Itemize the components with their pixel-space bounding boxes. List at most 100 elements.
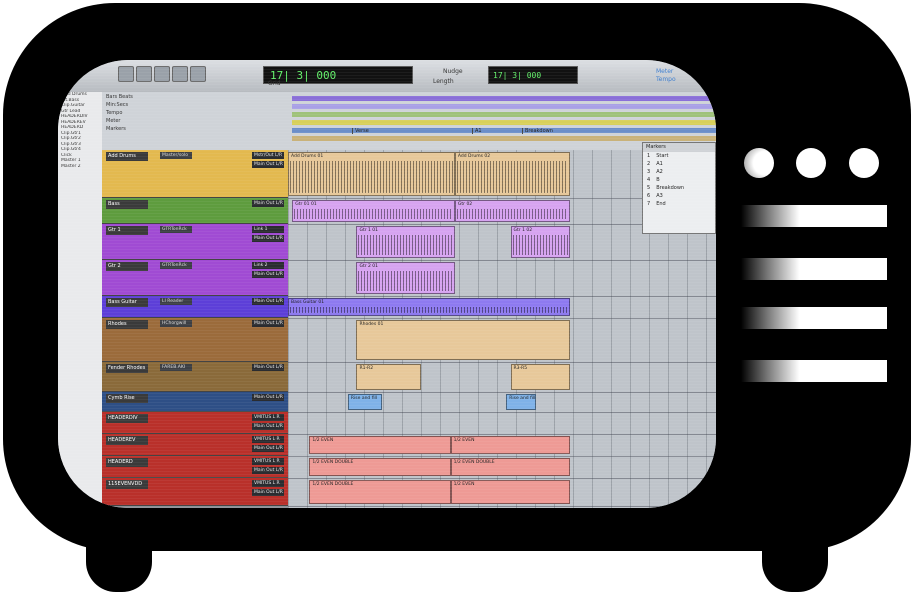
track-lane[interactable] [288,260,716,297]
output-selector[interactable]: Main Out L/R [252,467,284,474]
track-name[interactable]: HEADERD [106,458,148,467]
key-ruler[interactable] [292,136,716,141]
output-selector[interactable]: Main Out L/R [252,394,284,401]
insert-slot[interactable]: FAREB.AKI [160,364,192,371]
track-name[interactable]: Bass Guitar [106,298,148,307]
track-name[interactable]: Add Drums [106,152,148,161]
track-name[interactable]: Cymb Rise [106,394,148,403]
zoom-tool-icon[interactable] [118,66,134,82]
selector-tool-icon[interactable] [154,66,170,82]
track-strip[interactable]: Bass Main Out L/R [102,198,288,224]
tempo-ruler[interactable] [292,112,716,117]
output-selector[interactable]: VMITUS L R [252,480,284,487]
track-name[interactable]: Bass [106,200,148,209]
audio-clip[interactable]: 1/2 EVEN [309,436,451,454]
output-selector[interactable]: Main Out L/R [252,200,284,207]
output-selector[interactable]: Main Out L/R [252,235,284,242]
output-selector[interactable]: Mstr/Out L/R [252,152,284,159]
track-name[interactable]: HEADERDIV [106,414,148,423]
dial-icon [744,148,774,178]
audio-clip[interactable]: Rise and fill [506,394,537,410]
track-name[interactable]: HEADEREV [106,436,148,445]
marker-row[interactable]: 1 Start [643,152,715,160]
time-ruler[interactable] [292,104,716,109]
grabber-tool-icon[interactable] [172,66,188,82]
nudge-label: Nudge [443,68,463,75]
output-selector[interactable]: Main Out L/R [252,423,284,430]
track-lane[interactable] [288,412,716,435]
track-lane[interactable] [288,362,716,393]
marker-row[interactable]: 6 A3 [643,192,715,200]
output-selector[interactable]: VMITUS L R [252,414,284,421]
output-selector[interactable]: Main Out L/R [252,298,284,305]
trim-tool-icon[interactable] [136,66,152,82]
audio-clip[interactable]: Gtr 01 01 [292,200,455,222]
marker-row[interactable]: 7 End [643,200,715,208]
insert-slot[interactable]: LI Reader [160,298,192,305]
audio-clip[interactable]: Gtr 1 01 [356,226,455,258]
output-selector[interactable]: VMITUS L R [252,458,284,465]
audio-clip[interactable]: Gtr 2 01 [356,262,455,294]
track-name[interactable]: Fender Rhodes [106,364,148,373]
clips-list-item[interactable]: Master 2 [58,164,102,170]
output-selector[interactable]: Link 1 [252,226,284,233]
audio-clip[interactable]: 1/2 EVEN DOUBLE [309,458,451,476]
ruler-marker[interactable]: Breakdown [522,128,553,134]
audio-clip[interactable]: Bass Guitar 01 [288,298,571,316]
audio-clip[interactable]: R1-R2 [356,364,421,390]
output-selector[interactable]: Main Out L/R [252,320,284,327]
insert-slot[interactable]: Master/solo [160,152,192,159]
audio-clip[interactable]: 1/2 EVEN [450,436,571,454]
track-strip[interactable]: Gtr 1 GTRTonRck Link 1 Main Out L/R [102,224,288,260]
track-strip[interactable]: Fender Rhodes FAREB.AKI Main Out L/R [102,362,288,392]
output-selector[interactable]: Main Out L/R [252,364,284,371]
audio-clip[interactable]: Rhodes 01 [356,320,571,360]
ruler-marker[interactable]: Verse [352,128,369,134]
track-name[interactable]: Gtr 1 [106,226,148,235]
meter-ruler[interactable] [292,120,716,125]
clip-label: Rhodes 01 [359,322,384,327]
audio-clip[interactable]: 1/2 EVEN DOUBLE [450,458,571,476]
audio-clip[interactable]: 1/2 EVEN [450,480,571,504]
ruler-marker[interactable]: A1 [472,128,482,134]
track-strip[interactable]: HEADERD VMITUS L R Main Out L/R [102,456,288,478]
output-selector[interactable]: Main Out L/R [252,161,284,168]
insert-slot[interactable]: GTRTonRck [160,262,192,269]
main-counter[interactable]: 17| 3| 000 [263,66,413,84]
audio-clip[interactable]: Gtr 02 [454,200,571,222]
output-selector[interactable]: Main Out L/R [252,445,284,452]
output-selector[interactable]: Main Out L/R [252,271,284,278]
audio-clip[interactable]: Add Drums 02 [454,152,571,196]
output-selector[interactable]: VMITUS L R [252,436,284,443]
audio-clip[interactable]: 1/2 EVEN DOUBLE [309,480,451,504]
output-selector[interactable]: Link 2 [252,262,284,269]
audio-clip[interactable]: R3-R5 [510,364,571,390]
bars-ruler[interactable] [292,96,716,101]
track-strip[interactable]: Rhodes HChorgwill Main Out L/R [102,318,288,362]
marker-row[interactable]: 2 A1 [643,160,715,168]
audio-clip[interactable]: Rise and fill [347,394,383,410]
track-strip[interactable]: HEADERDIV VMITUS L R Main Out L/R [102,412,288,434]
waveform [290,161,453,193]
secondary-counter[interactable]: 17| 3| 000 [488,66,578,84]
track-strip[interactable]: Add Drums Master/solo Mstr/Out L/R Main Out… [102,150,288,198]
track-strip[interactable]: Cymb Rise Main Out L/R [102,392,288,412]
marker-row[interactable]: 5 Breakdown [643,184,715,192]
marker-row[interactable]: 4B [643,176,715,184]
output-selector[interactable]: Main Out L/R [252,489,284,496]
clip-label: Rise and fill [509,396,536,401]
track-strip[interactable]: HEADEREV VMITUS L R Main Out L/R [102,434,288,456]
track-name[interactable]: Gtr 2 [106,262,148,271]
pencil-tool-icon[interactable] [190,66,206,82]
track-name[interactable]: Rhodes [106,320,148,329]
audio-clip[interactable]: Gtr 1 02 [510,226,571,258]
track-name[interactable]: 115EVENVDD [106,480,148,489]
marker-row[interactable]: 3 A2 [643,168,715,176]
insert-slot[interactable]: HChorgwill [160,320,192,327]
track-strip[interactable]: Gtr 2 GTRTonRck Link 2 Main Out L/R [102,260,288,296]
insert-slot[interactable]: GTRTonRck [160,226,192,233]
audio-clip[interactable]: Add Drums 01 [288,152,455,196]
track-strip[interactable]: 115EVENVDD VMITUS L R Main Out L/R [102,478,288,506]
track-strip[interactable]: Bass Guitar LI Reader Main Out L/R [102,296,288,318]
ruler-name: Bars Beats [106,94,133,100]
